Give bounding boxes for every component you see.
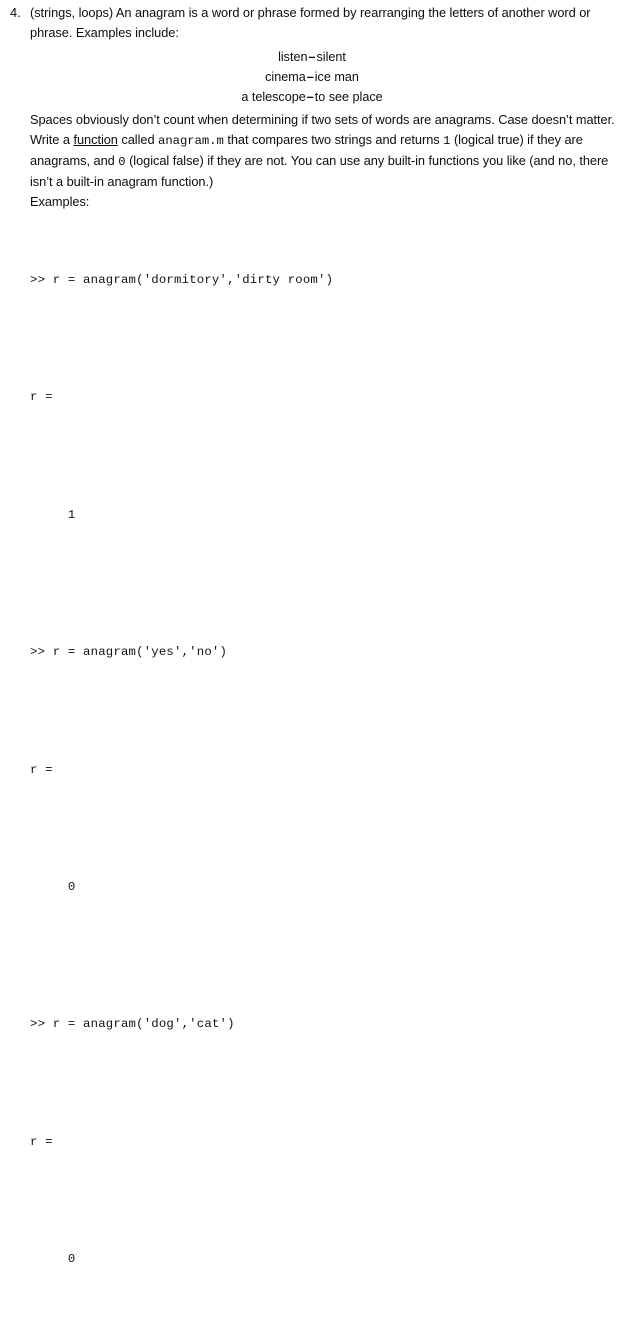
anagram-example-item: cinema–ice man: [30, 67, 632, 87]
console-result-value: 1: [30, 507, 76, 522]
console-spacer: [30, 565, 632, 585]
console-result-label: r =: [30, 762, 53, 777]
console-spacer: [30, 447, 632, 467]
console-command: >> r = anagram('dormitory','dirty room'): [30, 272, 334, 287]
examples-label: Examples:: [30, 194, 90, 209]
console-spacer: [30, 330, 632, 350]
console-transcript: >> r = anagram('dormitory','dirty room')…: [30, 212, 632, 1344]
problem-body: (strings, loops) An anagram is a word or…: [30, 3, 640, 1344]
console-spacer: [30, 1192, 632, 1212]
console-result-value: 0: [30, 880, 76, 895]
instruction-part2: called: [117, 132, 159, 147]
intro-paragraph: (strings, loops) An anagram is a word or…: [30, 5, 591, 40]
console-spacer: [30, 1074, 632, 1094]
filename-code: anagram.m: [158, 134, 224, 148]
anagram-example-right: ice man: [314, 70, 359, 84]
console-command: >> r = anagram('yes','no'): [30, 645, 228, 660]
console-command: >> r = anagram('dog','cat'): [30, 1017, 235, 1032]
console-spacer: [30, 819, 632, 839]
console-spacer: [30, 937, 632, 957]
console-spacer: [30, 1309, 632, 1329]
problem-number: 4.: [10, 5, 21, 20]
spaces-note-paragraph: Spaces obviously don’t count when determ…: [30, 112, 615, 127]
instruction-paragraph: Write a function called anagram.m that c…: [30, 130, 632, 192]
console-result-label: r =: [30, 1134, 53, 1149]
anagram-example-left: cinema: [265, 70, 306, 84]
anagram-example-dash: –: [306, 70, 314, 84]
anagram-example-left: a telescope: [241, 90, 306, 104]
console-result-label: r =: [30, 390, 53, 405]
anagram-example-list: listen–silent cinema–ice man a telescope…: [30, 47, 632, 107]
false-value-code: 0: [118, 155, 126, 169]
anagram-example-right: silent: [316, 50, 346, 64]
problem-row: 4. (strings, loops) An anagram is a word…: [0, 3, 640, 1344]
problem-block: 4. (strings, loops) An anagram is a word…: [0, 3, 640, 1344]
console-result-value: 0: [30, 1252, 76, 1267]
anagram-example-item: a telescope–to see place: [30, 87, 632, 107]
anagram-example-right: to see place: [314, 90, 383, 104]
anagram-example-dash: –: [308, 50, 316, 64]
anagram-example-item: listen–silent: [30, 47, 632, 67]
instruction-part1: Write a: [30, 132, 74, 147]
function-keyword: function: [73, 132, 118, 147]
anagram-example-dash: –: [306, 90, 314, 104]
console-spacer: [30, 702, 632, 722]
anagram-example-left: listen: [278, 50, 308, 64]
instruction-part3: that compares two strings and returns: [223, 132, 444, 147]
document-page: 4. (strings, loops) An anagram is a word…: [0, 0, 640, 1266]
